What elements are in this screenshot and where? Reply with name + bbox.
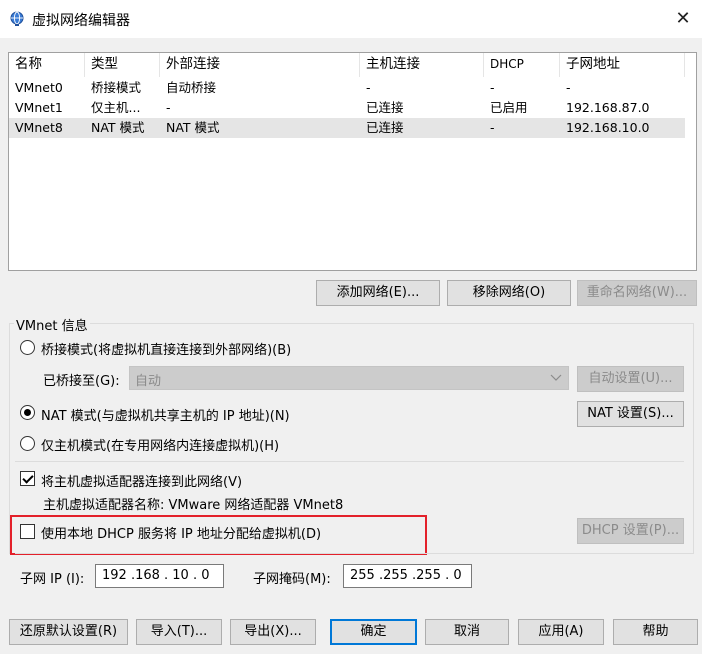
cell-external: NAT 模式 — [166, 120, 220, 135]
cell-name: VMnet1 — [15, 100, 63, 115]
ok-button[interactable]: 确定 — [330, 619, 417, 645]
auto-settings-button[interactable]: 自动设置(U)... — [577, 366, 684, 392]
cancel-button[interactable]: 取消 — [425, 619, 509, 645]
subnet-mask-label: 子网掩码(M): — [253, 572, 331, 587]
bridged-mode-radio[interactable] — [20, 340, 35, 355]
subnet-ip-field[interactable]: 192 .168 . 10 . 0 — [95, 564, 224, 588]
cell-host: 已连接 — [366, 100, 404, 115]
cell-external: - — [166, 100, 171, 115]
cell-name: VMnet0 — [15, 80, 63, 95]
cell-host: 已连接 — [366, 120, 404, 135]
dhcp-settings-button[interactable]: DHCP 设置(P)... — [577, 518, 684, 544]
cell-subnet: 192.168.10.0 — [566, 120, 650, 135]
connect-adapter-checkbox[interactable] — [20, 471, 35, 486]
cell-dhcp: - — [490, 120, 495, 135]
export-button[interactable]: 导出(X)... — [230, 619, 316, 645]
column-header-type[interactable]: 类型 — [85, 53, 160, 77]
network-globe-icon — [10, 11, 24, 26]
cell-type: 桥接模式 — [91, 80, 142, 95]
bridged-to-select[interactable]: 自动 — [129, 366, 569, 390]
close-button[interactable]: ✕ — [670, 6, 696, 32]
host-only-mode-label[interactable]: 仅主机模式(在专用网络内连接虚拟机)(H) — [41, 435, 279, 454]
window-title: 虚拟网络编辑器 — [32, 13, 130, 29]
connect-adapter-label[interactable]: 将主机虚拟适配器连接到此网络(V) — [41, 471, 242, 490]
nat-mode-radio[interactable] — [20, 405, 35, 420]
cell-name: VMnet8 — [15, 120, 63, 135]
bridged-to-value: 自动 — [135, 374, 162, 389]
chevron-down-icon — [550, 374, 562, 381]
nat-settings-button[interactable]: NAT 设置(S)... — [577, 401, 684, 427]
bridged-to-label: 已桥接至(G): — [43, 374, 120, 389]
help-button[interactable]: 帮助 — [613, 619, 698, 645]
list-header: 名称 类型 外部连接 主机连接 DHCP 子网地址 — [9, 53, 698, 77]
virtual-network-editor-window: 虚拟网络编辑器 ✕ 名称 类型 外部连接 主机连接 DHCP 子网地址 VMne… — [0, 0, 702, 654]
add-network-button[interactable]: 添加网络(E)... — [316, 280, 440, 306]
cell-dhcp: - — [490, 80, 495, 95]
cell-external: 自动桥接 — [166, 80, 217, 95]
import-button[interactable]: 导入(T)... — [136, 619, 222, 645]
divider — [15, 461, 684, 462]
column-header-name[interactable]: 名称 — [9, 53, 85, 77]
restore-defaults-button[interactable]: 还原默认设置(R) — [9, 619, 128, 645]
nat-mode-label[interactable]: NAT 模式(与虚拟机共享主机的 IP 地址)(N) — [41, 405, 290, 424]
network-list[interactable]: 名称 类型 外部连接 主机连接 DHCP 子网地址 VMnet0 桥接模式 自动… — [8, 52, 697, 271]
cell-host: - — [366, 80, 371, 95]
column-header-host[interactable]: 主机连接 — [360, 53, 484, 77]
bridged-mode-label[interactable]: 桥接模式(将虚拟机直接连接到外部网络)(B) — [41, 339, 291, 358]
cell-type: 仅主机... — [91, 100, 141, 115]
table-row[interactable]: VMnet1 仅主机... - 已连接 已启用 192.168.87.0 — [9, 98, 685, 118]
use-dhcp-checkbox[interactable] — [20, 524, 35, 539]
host-only-mode-radio[interactable] — [20, 436, 35, 451]
column-header-subnet[interactable]: 子网地址 — [560, 53, 685, 77]
vmnet-info-label: VMnet 信息 — [14, 315, 90, 334]
cell-dhcp: 已启用 — [490, 100, 528, 115]
subnet-mask-field[interactable]: 255 .255 .255 . 0 — [343, 564, 472, 588]
column-header-external[interactable]: 外部连接 — [160, 53, 360, 77]
table-row[interactable]: VMnet0 桥接模式 自动桥接 - - - — [9, 78, 685, 98]
apply-button[interactable]: 应用(A) — [518, 619, 604, 645]
rename-network-button[interactable]: 重命名网络(W)... — [577, 280, 697, 306]
column-header-dhcp[interactable]: DHCP — [484, 53, 560, 77]
divider — [15, 553, 684, 554]
cell-subnet: - — [566, 80, 571, 95]
use-dhcp-label[interactable]: 使用本地 DHCP 服务将 IP 地址分配给虚拟机(D) — [41, 523, 321, 542]
table-row-selected[interactable]: VMnet8 NAT 模式 NAT 模式 已连接 - 192.168.10.0 — [9, 118, 685, 138]
title-bar: 虚拟网络编辑器 ✕ — [0, 0, 702, 38]
adapter-name-label: 主机虚拟适配器名称: VMware 网络适配器 VMnet8 — [43, 498, 344, 513]
cell-subnet: 192.168.87.0 — [566, 100, 650, 115]
subnet-ip-label: 子网 IP (I): — [20, 572, 85, 587]
remove-network-button[interactable]: 移除网络(O) — [447, 280, 571, 306]
cell-type: NAT 模式 — [91, 120, 145, 135]
